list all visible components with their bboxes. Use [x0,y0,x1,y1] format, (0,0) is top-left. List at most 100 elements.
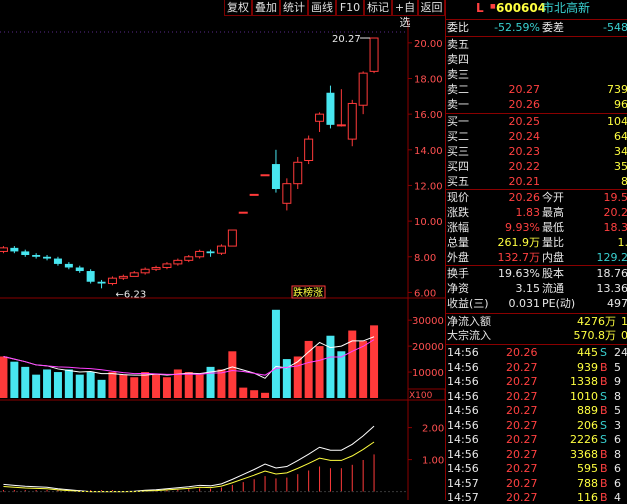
marker-dot: ■ [490,0,496,13]
ask-row: 卖一20.2696 [446,98,627,111]
candle-body [65,264,73,268]
stock-header: L ■ 600604 市北高新 [446,2,627,18]
tick-row[interactable]: 14:5620.271010S8 [446,390,627,403]
tick-time: 14:56 [447,462,497,475]
tick-price: 20.26 [506,346,556,359]
weicha-label: 委差 [542,21,564,34]
ask-label: 卖三 [447,68,469,81]
tick-row[interactable]: 14:5620.27889B5 [446,404,627,417]
volume-bar [87,372,95,398]
bid-volume: 34 [614,145,627,158]
tick-time: 14:56 [447,448,497,461]
overlay-button[interactable]: 叠加 [252,0,280,16]
ask-volume: 739 [607,83,627,96]
flow-extra: 1 [621,315,627,328]
tick-side: B [600,491,612,504]
volume-bar [250,390,258,398]
volume-bar [370,325,378,398]
bid-price: 20.22 [509,160,541,173]
stat-row: 收益(三)0.031PE(动)497 [446,297,627,310]
candle-body [174,260,182,264]
tick-side: S [600,433,612,446]
volume-bar [141,372,149,398]
volume-bar [261,393,269,398]
tick-row[interactable]: 14:5620.272226S6 [446,433,627,446]
tick-count: 6 [614,462,627,475]
volume-bar [152,375,160,398]
draw-line-button[interactable]: 画线 [308,0,336,16]
flow-label: 净流入额 [447,315,491,328]
stat-row: 总量261.9万量比1. [446,236,627,249]
high-price-label: 20.27 [332,34,361,45]
candle-body [152,267,160,269]
stat-value: 20.2 [604,206,627,219]
tick-price: 20.27 [506,462,556,475]
y-tick-label: 10.00 [414,217,443,228]
tick-price: 20.27 [506,419,556,432]
weibi-label: 委比 [447,21,469,34]
candle-body [261,175,269,176]
kline-chart-area[interactable]: 20.27←6.23跌榜涨 20.0018.0016.0014.0012.001… [0,0,445,500]
flow-value: 4276万 [577,315,616,328]
divider [446,36,627,37]
tick-row[interactable]: 14:5620.27595B6 [446,462,627,475]
tick-volume: 3368 [556,448,598,461]
volume-bar [65,369,73,398]
stat-label: 涨幅 [447,221,469,234]
mark-button[interactable]: 标记 [364,0,392,16]
candle-body [98,282,106,284]
tick-volume: 116 [556,491,598,504]
stat-row: 换手19.63%股本18.76 [446,267,627,280]
flow-row: 净流入额 4276万 1 [446,315,627,328]
tick-row[interactable]: 14:5620.27206S3 [446,419,627,432]
bid-label: 买四 [447,160,469,173]
adjust-rights-button[interactable]: 复权 [224,0,252,16]
bid-label: 买一 [447,115,469,128]
tick-row[interactable]: 14:5620.271338B9 [446,375,627,388]
tick-side: B [600,448,612,461]
tick-volume: 939 [556,361,598,374]
add-favorite-button[interactable]: +自选 [392,0,418,16]
tick-row[interactable]: 14:5720.27116B4 [446,491,627,504]
tick-side: B [600,361,612,374]
tick-count: 8 [614,390,627,403]
divider [446,265,627,266]
candle-body [21,251,29,255]
tick-row[interactable]: 14:5720.27788B6 [446,477,627,490]
quote-panel: L ■ 600604 市北高新 委比 -52.59% 委差 -548 卖五卖四卖… [445,0,627,500]
tick-time: 14:56 [447,419,497,432]
y-tick-label: 18.00 [414,74,443,85]
volume-bar [76,375,84,398]
bid-row: 买二20.2464 [446,130,627,143]
volume-bar [272,310,280,398]
candle-body [294,162,302,183]
candle-body [0,248,7,252]
stat-label: 股本 [542,267,564,280]
y-tick-label: 8.00 [414,253,436,264]
tick-row[interactable]: 14:5620.26445S24 [446,346,627,359]
candle-body [316,114,324,121]
y-tick-label: 20.00 [414,39,443,50]
stat-value: 132.7万 [498,251,541,264]
stat-row: 涨跌1.83最高20.2 [446,206,627,219]
volume-bar [217,369,225,398]
candle-body [185,257,193,261]
ask-row: 卖三 [446,68,627,81]
candle-body [10,248,18,252]
tick-side: B [600,404,612,417]
back-button[interactable]: 返回 [418,0,445,16]
flow-label: 大宗流入 [447,329,491,342]
stock-code: 600604 [496,2,546,15]
y-tick-label: 12.00 [414,181,443,192]
f10-button[interactable]: F10 [336,0,364,16]
bid-label: 买五 [447,175,469,188]
volume-bar [32,375,40,398]
tick-time: 14:56 [447,361,497,374]
tick-row[interactable]: 14:5620.27939B5 [446,361,627,374]
tick-price: 20.27 [506,491,556,504]
ask-label: 卖四 [447,53,469,66]
volume-bar [239,388,247,398]
volume-bar [163,377,171,398]
statistics-button[interactable]: 统计 [280,0,308,16]
tick-row[interactable]: 14:5620.273368B8 [446,448,627,461]
